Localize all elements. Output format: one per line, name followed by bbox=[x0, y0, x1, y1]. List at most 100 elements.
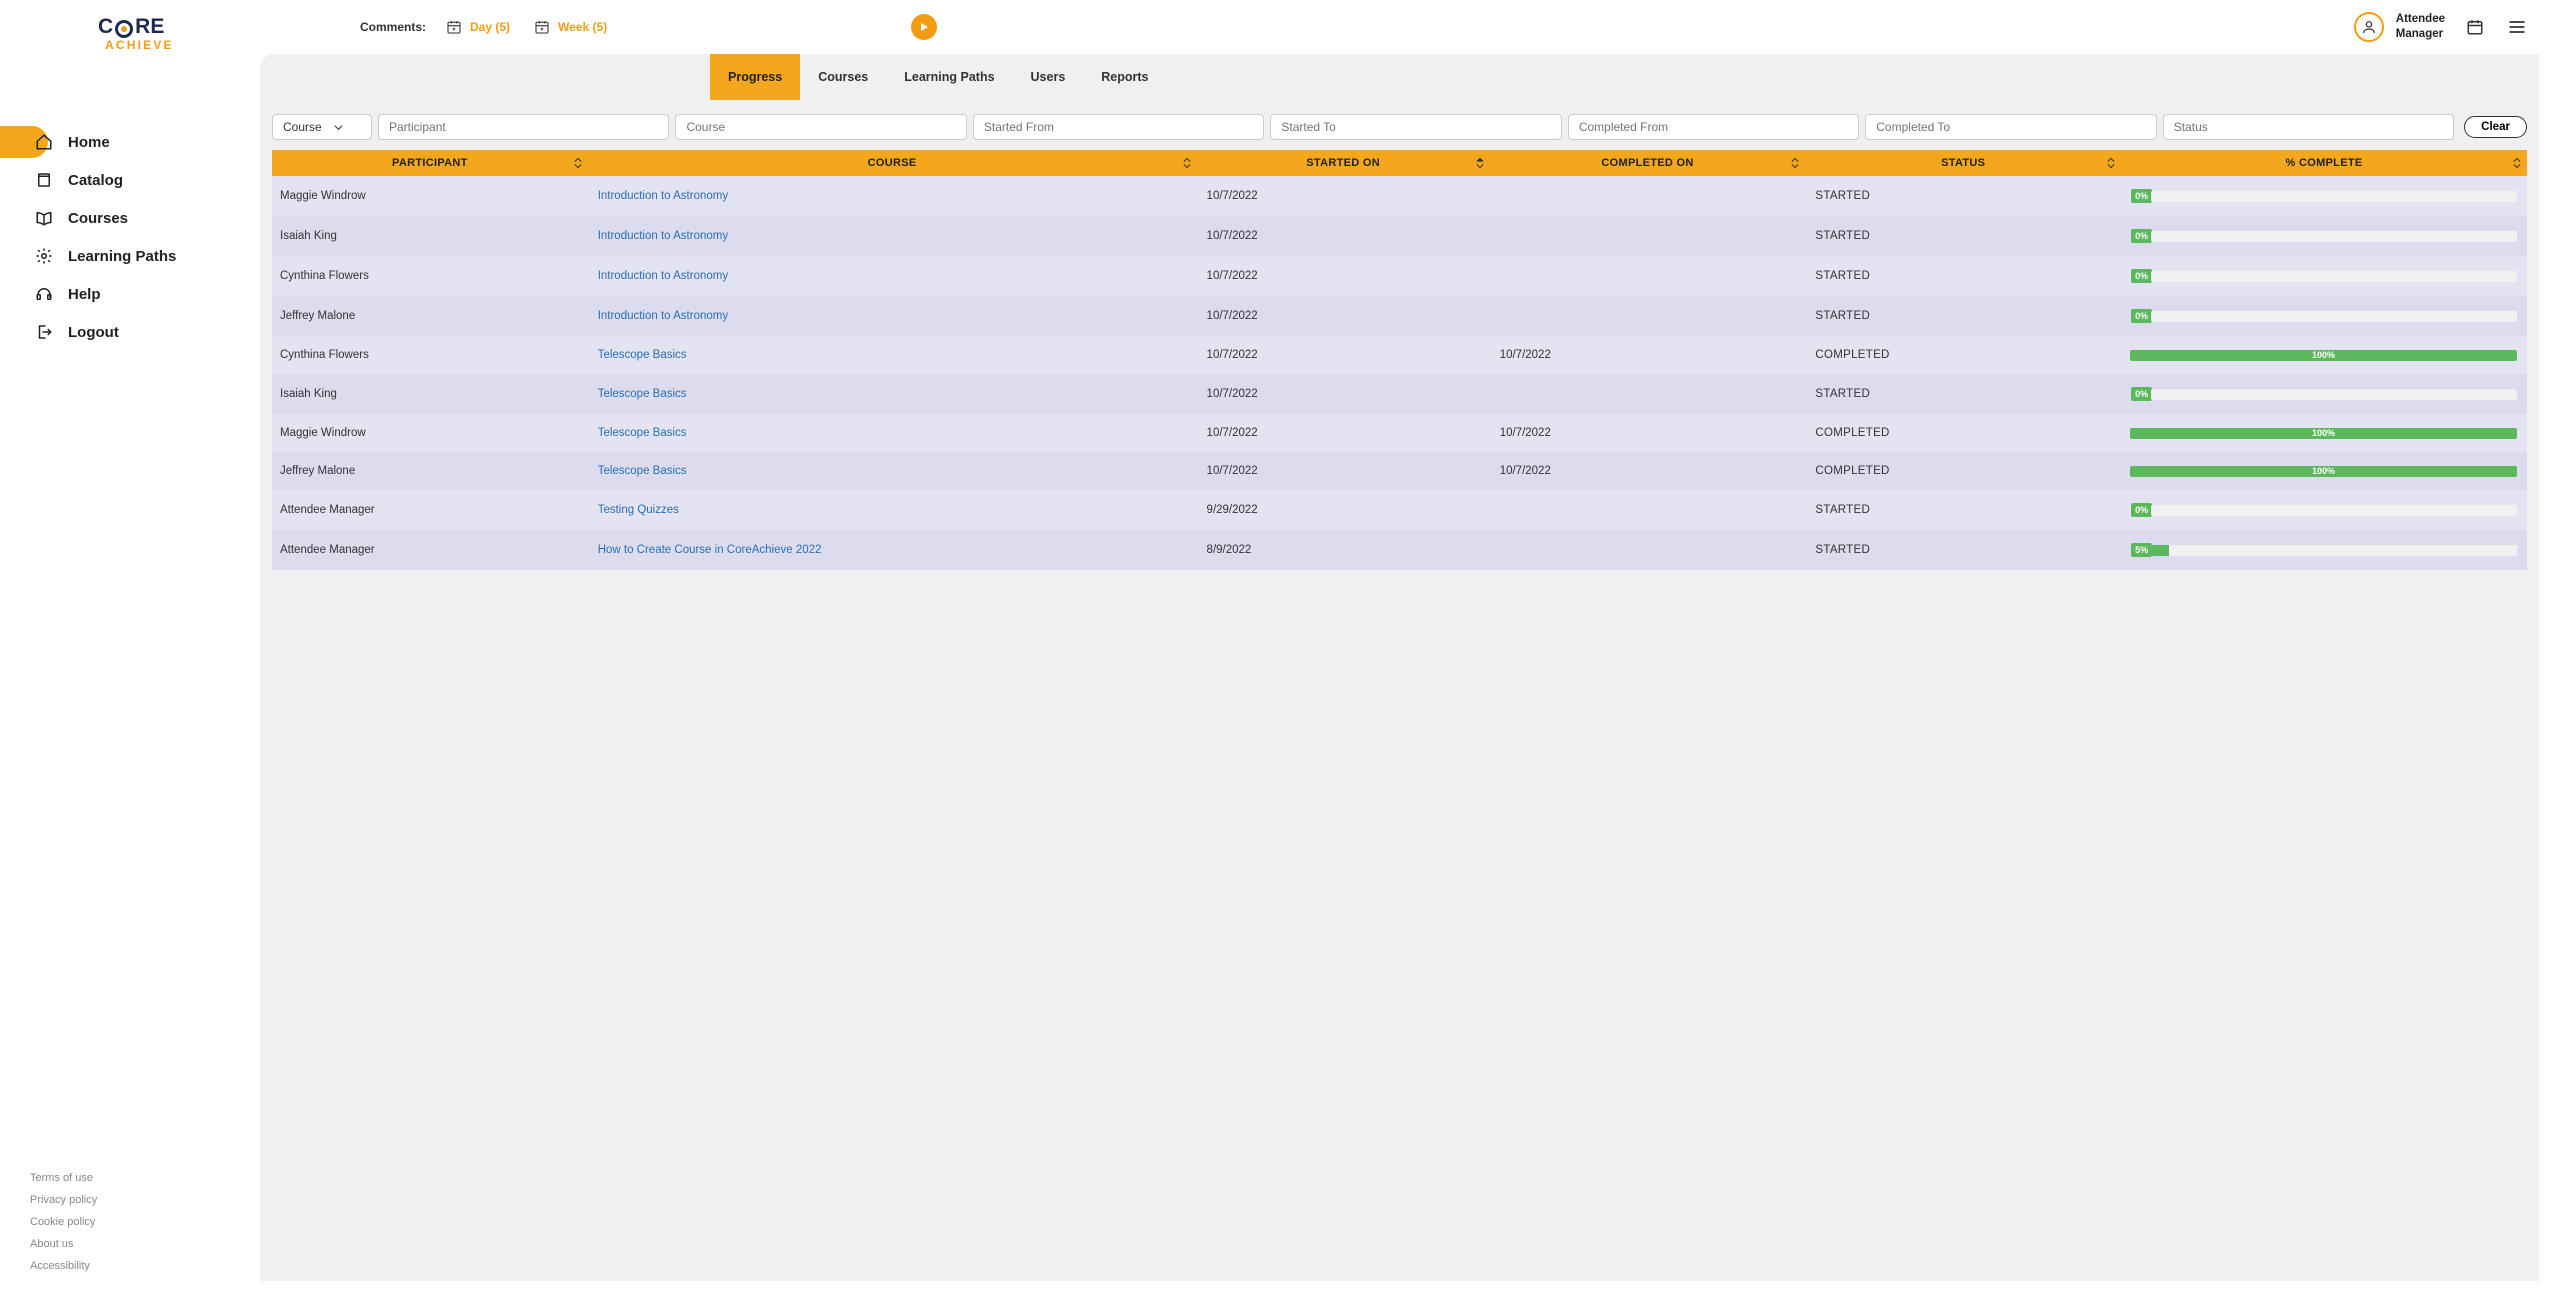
course-link[interactable]: Introduction to Astronomy bbox=[598, 190, 728, 202]
column-header-started-on[interactable]: STARTED ON bbox=[1197, 150, 1490, 176]
week-close: ) bbox=[603, 20, 607, 34]
table-row: Cynthina FlowersIntroduction to Astronom… bbox=[272, 256, 2527, 296]
column-label: COMPLETED ON bbox=[1601, 157, 1693, 169]
cell-started: 10/7/2022 bbox=[1197, 296, 1490, 336]
progress-badge: 0% bbox=[2131, 503, 2152, 517]
footer-link-cookie-policy[interactable]: Cookie policy bbox=[30, 1211, 230, 1233]
play-button[interactable] bbox=[911, 14, 937, 40]
hamburger-button[interactable] bbox=[2505, 15, 2529, 39]
tab-courses[interactable]: Courses bbox=[800, 54, 886, 100]
topbar: Comments: Day (5) Week (5) bbox=[260, 0, 2559, 54]
footer-link-accessibility[interactable]: Accessibility bbox=[30, 1255, 230, 1277]
cell-percent: 0% bbox=[2121, 374, 2527, 414]
tab-progress[interactable]: Progress bbox=[710, 54, 800, 100]
footer-link-about-us[interactable]: About us bbox=[30, 1233, 230, 1255]
filters-row: Course Clear bbox=[260, 100, 2539, 150]
comments-day-toggle[interactable]: Day (5) bbox=[446, 19, 510, 35]
cell-percent: 0% bbox=[2121, 490, 2527, 530]
course-link[interactable]: Telescope Basics bbox=[598, 465, 687, 477]
cell-participant: Maggie Windrow bbox=[272, 176, 588, 216]
cell-status: COMPLETED bbox=[1805, 414, 2121, 452]
column-header-participant[interactable]: PARTICIPANT bbox=[272, 150, 588, 176]
calendar-button[interactable] bbox=[2463, 15, 2487, 39]
progress-bar bbox=[2151, 271, 2517, 282]
filter-started-from-input[interactable] bbox=[973, 114, 1264, 140]
table-row: Jeffrey MaloneIntroduction to Astronomy1… bbox=[272, 296, 2527, 336]
filter-participant-input[interactable] bbox=[378, 114, 669, 140]
sidebar-item-label: Learning Paths bbox=[68, 248, 176, 265]
cell-participant: Cynthina Flowers bbox=[272, 336, 588, 374]
sidebar-item-courses[interactable]: Courses bbox=[0, 199, 260, 237]
course-link[interactable]: How to Create Course in CoreAchieve 2022 bbox=[598, 544, 822, 556]
filter-status-input[interactable] bbox=[2163, 114, 2454, 140]
logo-circle-icon bbox=[115, 20, 133, 38]
column-header-completed-on[interactable]: COMPLETED ON bbox=[1490, 150, 1806, 176]
progress-bar bbox=[2151, 191, 2517, 202]
headset-icon bbox=[34, 284, 54, 304]
column-header-status[interactable]: STATUS bbox=[1805, 150, 2121, 176]
user-menu[interactable]: Attendee Manager bbox=[2354, 12, 2445, 42]
cell-status: STARTED bbox=[1805, 176, 2121, 216]
progress-bar bbox=[2151, 389, 2517, 400]
cell-percent: 0% bbox=[2121, 216, 2527, 256]
sidebar-item-home[interactable]: Home bbox=[0, 123, 260, 161]
comments-week-toggle[interactable]: Week (5) bbox=[534, 19, 607, 35]
course-link[interactable]: Telescope Basics bbox=[598, 388, 687, 400]
brand-subtext: ACHIEVE bbox=[105, 38, 174, 52]
clear-button[interactable]: Clear bbox=[2464, 116, 2527, 138]
filter-completed-to-input[interactable] bbox=[1865, 114, 2156, 140]
cell-completed bbox=[1490, 374, 1806, 414]
sidebar: C RE ACHIEVE Home CatalogCourses Learning … bbox=[0, 0, 260, 1301]
open-book-icon bbox=[34, 208, 54, 228]
footer-link-terms-of-use[interactable]: Terms of use bbox=[30, 1167, 230, 1189]
comments-label: Comments: bbox=[360, 20, 426, 34]
footer-link-privacy-policy[interactable]: Privacy policy bbox=[30, 1189, 230, 1211]
brand-logo[interactable]: C RE ACHIEVE bbox=[0, 15, 260, 63]
course-link[interactable]: Introduction to Astronomy bbox=[598, 310, 728, 322]
course-link[interactable]: Telescope Basics bbox=[598, 349, 687, 361]
tab-users[interactable]: Users bbox=[1013, 54, 1084, 100]
progress-table: PARTICIPANT COURSE STARTED ON COMPLETED ON S… bbox=[272, 150, 2527, 570]
tab-learning-paths[interactable]: Learning Paths bbox=[886, 54, 1012, 100]
cell-percent: 5% bbox=[2121, 530, 2527, 570]
cell-completed bbox=[1490, 256, 1806, 296]
sidebar-item-learning-paths[interactable]: Learning Paths bbox=[0, 237, 260, 275]
cell-participant: Isaiah King bbox=[272, 216, 588, 256]
calendar-day-icon bbox=[446, 19, 462, 35]
filter-started-to-input[interactable] bbox=[1270, 114, 1561, 140]
calendar-icon bbox=[2466, 18, 2484, 36]
progress-bar bbox=[2151, 311, 2517, 322]
cell-status: STARTED bbox=[1805, 490, 2121, 530]
column-header-course[interactable]: COURSE bbox=[588, 150, 1197, 176]
home-icon bbox=[34, 132, 54, 152]
filter-completed-from-input[interactable] bbox=[1568, 114, 1859, 140]
sidebar-item-catalog[interactable]: Catalog bbox=[0, 161, 260, 199]
course-link[interactable]: Telescope Basics bbox=[598, 427, 687, 439]
content-panel: ProgressCoursesLearning PathsUsersReport… bbox=[260, 54, 2539, 1281]
sort-icon bbox=[1476, 158, 1484, 169]
book-icon bbox=[34, 170, 54, 190]
cell-completed: 10/7/2022 bbox=[1490, 452, 1806, 490]
hamburger-icon bbox=[2507, 17, 2527, 37]
cell-participant: Maggie Windrow bbox=[272, 414, 588, 452]
course-link[interactable]: Introduction to Astronomy bbox=[598, 270, 728, 282]
progress-badge: 0% bbox=[2131, 269, 2152, 283]
column-header--complete[interactable]: % COMPLETE bbox=[2121, 150, 2527, 176]
sidebar-item-logout[interactable]: Logout bbox=[0, 313, 260, 351]
course-link[interactable]: Introduction to Astronomy bbox=[598, 230, 728, 242]
sort-icon bbox=[2107, 158, 2115, 169]
cell-started: 10/7/2022 bbox=[1197, 176, 1490, 216]
column-label: COURSE bbox=[868, 157, 917, 169]
cell-completed: 10/7/2022 bbox=[1490, 414, 1806, 452]
sidebar-item-help[interactable]: Help bbox=[0, 275, 260, 313]
progress-badge: 0% bbox=[2131, 189, 2152, 203]
filter-type-select[interactable]: Course bbox=[272, 114, 372, 140]
cell-status: STARTED bbox=[1805, 374, 2121, 414]
progress-badge: 0% bbox=[2131, 309, 2152, 323]
filter-course-input[interactable] bbox=[675, 114, 966, 140]
cell-status: COMPLETED bbox=[1805, 336, 2121, 374]
course-link[interactable]: Testing Quizzes bbox=[598, 504, 679, 516]
progress-bar bbox=[2151, 505, 2517, 516]
sidebar-item-label: Home bbox=[68, 134, 110, 151]
tab-reports[interactable]: Reports bbox=[1083, 54, 1166, 100]
